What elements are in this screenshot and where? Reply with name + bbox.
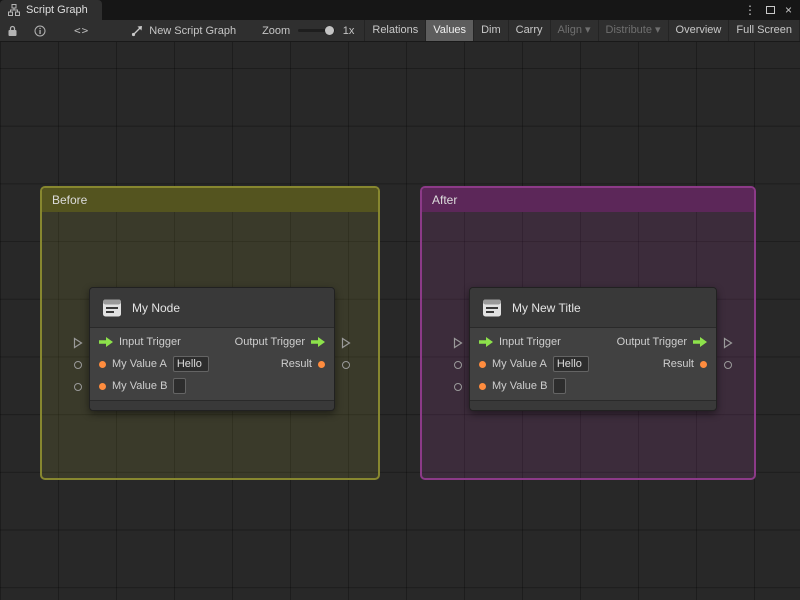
group-title: Before <box>52 193 88 207</box>
node-title: My New Title <box>512 300 581 315</box>
tab-script-graph[interactable]: Script Graph <box>0 0 102 20</box>
external-value-a-port[interactable] <box>74 361 82 369</box>
output-trigger-label: Output Trigger <box>616 336 687 348</box>
group-after-header[interactable]: After <box>422 188 754 212</box>
node-header[interactable]: My New Title <box>470 288 716 328</box>
zoom-slider-thumb[interactable] <box>324 26 334 35</box>
graph-canvas[interactable]: Before My Node Input Trigger Output Trig… <box>0 42 800 600</box>
value-a-row: My Value A Result <box>470 353 716 375</box>
code-icon[interactable]: <> <box>74 20 89 41</box>
values-button[interactable]: Values <box>425 20 474 41</box>
input-trigger-port-icon[interactable] <box>99 337 113 347</box>
external-value-a-port[interactable] <box>454 361 462 369</box>
script-graph-window: Script Graph ⋮ × <> New Script Graph Zoo… <box>0 0 800 600</box>
node-my-node[interactable]: My Node Input Trigger Output Trigger My … <box>73 287 351 411</box>
node-body: Input Trigger Output Trigger My Value A … <box>90 328 334 400</box>
value-a-input[interactable] <box>172 356 209 372</box>
group-before-header[interactable]: Before <box>42 188 378 212</box>
trigger-row: Input Trigger Output Trigger <box>470 331 716 353</box>
external-result-port[interactable] <box>342 361 350 369</box>
group-title: After <box>432 193 458 207</box>
output-trigger-label: Output Trigger <box>234 336 305 348</box>
node-footer <box>470 400 716 410</box>
maximize-icon[interactable] <box>765 6 775 14</box>
input-trigger-label: Input Trigger <box>119 336 181 348</box>
node-header[interactable]: My Node <box>90 288 334 328</box>
value-b-port-icon[interactable] <box>479 382 486 390</box>
distribute-dropdown[interactable]: Distribute ▾ <box>597 20 668 41</box>
value-a-input[interactable] <box>552 356 589 372</box>
graph-name-label: New Script Graph <box>149 24 237 37</box>
value-b-input[interactable] <box>173 378 187 394</box>
trigger-row: Input Trigger Output Trigger <box>90 331 334 353</box>
script-graph-icon <box>8 4 20 16</box>
result-label: Result <box>662 358 694 370</box>
value-a-label: My Value A <box>112 358 167 370</box>
value-b-port-icon[interactable] <box>99 382 106 390</box>
external-value-b-port[interactable] <box>74 383 82 391</box>
chevron-down-icon: ▾ <box>584 24 591 36</box>
relations-button[interactable]: Relations <box>364 20 425 41</box>
tab-label: Script Graph <box>26 4 88 16</box>
tab-bar: Script Graph ⋮ × <box>0 0 800 20</box>
graph-asset-icon <box>131 25 143 37</box>
graph-name[interactable]: New Script Graph <box>131 25 236 37</box>
fullscreen-button[interactable]: Full Screen <box>728 20 799 41</box>
external-input-trigger-port[interactable] <box>73 337 83 349</box>
node-title: My Node <box>132 300 181 315</box>
external-output-trigger-port[interactable] <box>341 337 351 349</box>
carry-button[interactable]: Carry <box>507 20 550 41</box>
node-footer <box>90 400 334 410</box>
chevron-down-icon: ▾ <box>654 24 661 36</box>
zoom-label: Zoom <box>262 24 291 37</box>
node-my-new-title[interactable]: My New Title Input Trigger Output Trigge… <box>453 287 733 411</box>
group-before[interactable]: Before My Node Input Trigger Output Trig… <box>40 186 380 480</box>
unit-icon <box>481 297 503 319</box>
align-dropdown[interactable]: Align ▾ <box>549 20 598 41</box>
value-b-label: My Value B <box>112 380 168 392</box>
external-value-b-port[interactable] <box>454 383 462 391</box>
zoom-slider[interactable] <box>298 26 335 35</box>
value-a-row: My Value A Result <box>90 353 334 375</box>
graph-toolbar: <> New Script Graph Zoom 1x Relations Va… <box>0 20 800 42</box>
node-body: Input Trigger Output Trigger My Value A … <box>470 328 716 400</box>
value-a-port-icon[interactable] <box>479 360 486 368</box>
value-b-row: My Value B <box>470 375 716 397</box>
unit-icon <box>101 297 123 319</box>
align-label: Align <box>557 24 582 36</box>
group-after[interactable]: After My New Title Input Trigger Output … <box>420 186 756 480</box>
value-b-label: My Value B <box>492 380 548 392</box>
dim-button[interactable]: Dim <box>473 20 508 41</box>
overview-button[interactable]: Overview <box>667 20 729 41</box>
output-trigger-port-icon[interactable] <box>311 337 325 347</box>
value-a-port-icon[interactable] <box>99 360 106 368</box>
distribute-label: Distribute <box>605 24 652 36</box>
output-trigger-port-icon[interactable] <box>693 337 707 347</box>
kebab-menu-icon[interactable]: ⋮ <box>744 0 756 20</box>
close-icon[interactable]: × <box>785 0 792 20</box>
lock-icon[interactable] <box>7 20 18 41</box>
value-a-label: My Value A <box>492 358 547 370</box>
result-port-icon[interactable] <box>318 360 325 368</box>
external-result-port[interactable] <box>724 361 732 369</box>
external-input-trigger-port[interactable] <box>453 337 463 349</box>
input-trigger-label: Input Trigger <box>499 336 561 348</box>
external-output-trigger-port[interactable] <box>723 337 733 349</box>
value-b-row: My Value B <box>90 375 334 397</box>
result-port-icon[interactable] <box>700 360 707 368</box>
zoom-value: 1x <box>342 24 355 37</box>
input-trigger-port-icon[interactable] <box>479 337 493 347</box>
info-icon[interactable] <box>34 20 46 41</box>
toolbar-buttons: Relations Values Dim Carry Align ▾ Distr… <box>364 20 800 41</box>
result-label: Result <box>280 358 312 370</box>
value-b-input[interactable] <box>553 378 567 394</box>
window-controls: ⋮ × <box>744 0 800 20</box>
